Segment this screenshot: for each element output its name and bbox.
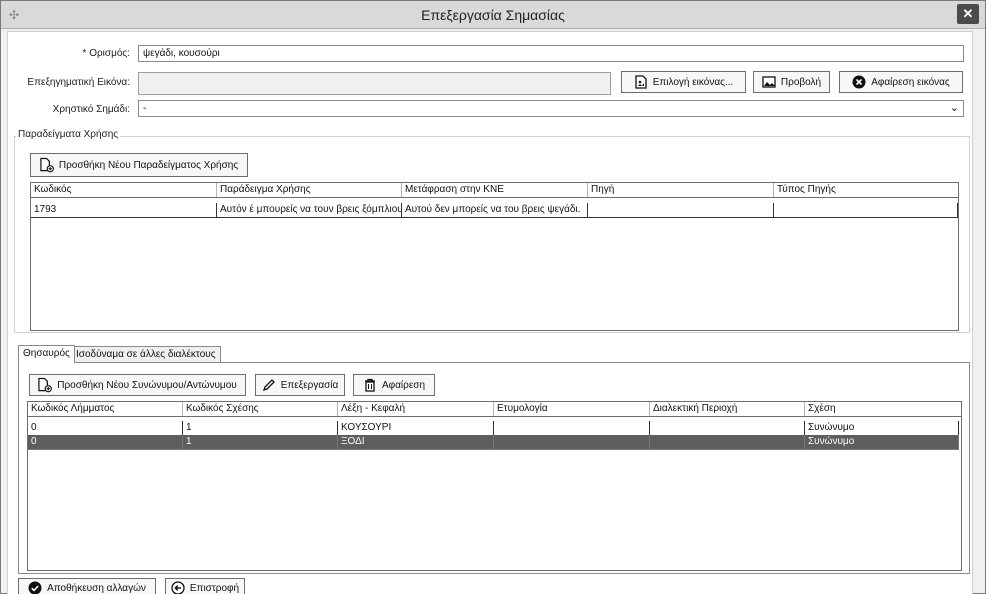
thesaurus-panel: Προσθήκη Νέου Συνώνυμου/Αντώνυμου Επεξερ… [18, 362, 970, 574]
table-cell [650, 435, 805, 450]
dialog-content: * Ορισμός: ψεγάδι, κουσούρι Επεξηγηματικ… [7, 31, 973, 594]
column-header[interactable]: Κωδικός Σχέσης [183, 402, 338, 416]
table-cell: 1 [183, 421, 338, 436]
edit-meaning-window: ✣ Επεξεργασία Σημασίας ✕ * Ορισμός: ψεγά… [0, 0, 986, 594]
window-title: Επεξεργασία Σημασίας [421, 7, 565, 23]
column-header[interactable]: Ετυμολογία [494, 402, 650, 416]
examples-grid-header: Κωδικός Παράδειγμα Χρήσης Μετάφραση στην… [31, 183, 958, 198]
column-header[interactable]: Παράδειγμα Χρήσης [217, 183, 402, 197]
table-cell: 1 [183, 435, 338, 450]
table-cell [588, 203, 774, 218]
examples-grid: Κωδικός Παράδειγμα Χρήσης Μετάφραση στην… [30, 182, 959, 331]
table-cell: 0 [28, 435, 183, 450]
table-cell: Συνώνυμο [805, 435, 959, 450]
back-button[interactable]: Επιστροφή [165, 578, 245, 594]
usage-select[interactable]: - ⌄ [138, 100, 964, 117]
column-header[interactable]: Σχέση [805, 402, 959, 416]
remove-button[interactable]: Αφαίρεση [353, 374, 435, 396]
pencil-icon [262, 378, 276, 392]
table-cell: Αυτόν έ μπουρείς να τουν βρεις ξόμπλιου. [217, 203, 402, 218]
column-header[interactable]: Κωδικός [31, 183, 217, 197]
column-header[interactable]: Λέξη - Κεφαλή [338, 402, 494, 416]
table-row-selected[interactable]: 0 1 ΞΟΔΙ Συνώνυμο [28, 435, 959, 450]
edit-button[interactable]: Επεξεργασία [255, 374, 345, 396]
image-file-icon [634, 75, 648, 89]
check-circle-icon [28, 581, 42, 594]
tab-thesaurus[interactable]: Θησαυρός [18, 345, 75, 363]
remove-image-button[interactable]: Αφαίρεση εικόνας [839, 71, 963, 93]
title-bar[interactable]: ✣ Επεξεργασία Σημασίας ✕ [1, 1, 985, 29]
thesaurus-grid-header: Κωδικός Λήμματος Κωδικός Σχέσης Λέξη - Κ… [28, 402, 961, 417]
add-example-button[interactable]: Προσθήκη Νέου Παραδείγματος Χρήσης [30, 153, 248, 177]
table-cell: Αυτού δεν μπορείς να του βρεις ψεγάδι. [402, 203, 588, 218]
table-cell: 1793 [31, 203, 217, 218]
examples-group-label: Παραδείγματα Χρήσης [16, 129, 121, 140]
chevron-down-icon: ⌄ [949, 102, 959, 114]
close-button[interactable]: ✕ [957, 4, 979, 24]
table-row[interactable]: 1793 Αυτόν έ μπουρείς να τουν βρεις ξόμπ… [31, 203, 958, 218]
add-document-icon [40, 157, 54, 173]
table-cell: ΞΟΔΙ [338, 435, 494, 450]
table-cell [650, 421, 805, 436]
table-row[interactable]: 0 1 ΚΟΥΣΟΥΡΙ Συνώνυμο [28, 421, 959, 436]
definition-input[interactable]: ψεγάδι, κουσούρι [138, 45, 964, 62]
table-cell [494, 435, 650, 450]
save-changes-button[interactable]: Αποθήκευση αλλαγών [18, 578, 156, 594]
add-document-icon [38, 377, 53, 393]
column-header[interactable]: Μετάφραση στην ΚΝΕ [402, 183, 588, 197]
table-cell: ΚΟΥΣΟΥΡΙ [338, 421, 494, 436]
column-header[interactable]: Κωδικός Λήμματος [28, 402, 183, 416]
tab-dialect-equivalents[interactable]: Ισοδύναμα σε άλλες διαλέκτους [71, 346, 221, 362]
remove-circle-icon [852, 75, 866, 89]
view-image-button[interactable]: Προβολή [753, 71, 830, 93]
add-synonym-button[interactable]: Προσθήκη Νέου Συνώνυμου/Αντώνυμου [29, 374, 246, 396]
arrow-left-circle-icon [171, 581, 185, 594]
column-header[interactable]: Τύπος Πηγής [774, 183, 958, 197]
column-header[interactable]: Διαλεκτική Περιοχή [650, 402, 805, 416]
table-cell [774, 203, 958, 218]
picture-icon [762, 75, 776, 89]
image-path-field[interactable] [138, 72, 611, 95]
usage-label: Χρηστικό Σημάδι: [52, 104, 130, 115]
table-cell: 0 [28, 421, 183, 436]
choose-image-button[interactable]: Επιλογή εικόνας... [621, 71, 746, 93]
table-cell [494, 421, 650, 436]
definition-label: * Ορισμός: [82, 48, 130, 59]
column-header[interactable]: Πηγή [588, 183, 774, 197]
thesaurus-grid: Κωδικός Λήμματος Κωδικός Σχέσης Λέξη - Κ… [27, 401, 962, 571]
image-label: Επεξηγηματική Εικόνα: [27, 77, 130, 88]
trash-icon [363, 378, 377, 392]
table-cell: Συνώνυμο [805, 421, 959, 436]
